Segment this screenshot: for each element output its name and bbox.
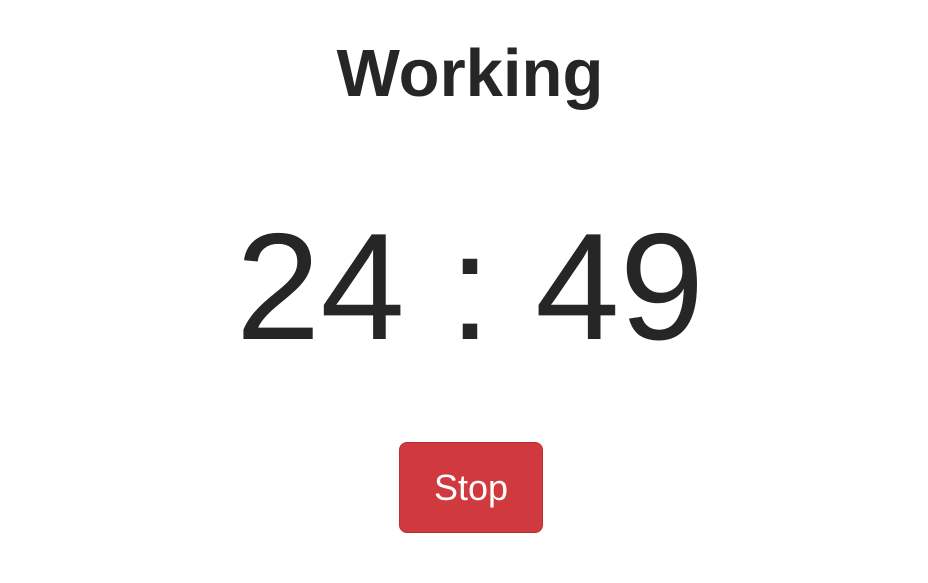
timer-seconds: 49 bbox=[535, 202, 705, 372]
timer-page: Working 24:49 Stop bbox=[0, 0, 928, 583]
countdown-display: 24:49 bbox=[0, 202, 928, 372]
status-title: Working bbox=[336, 36, 604, 111]
timer-separator: : bbox=[448, 202, 492, 372]
stop-button[interactable]: Stop bbox=[399, 442, 543, 533]
timer-minutes: 24 bbox=[235, 202, 405, 372]
